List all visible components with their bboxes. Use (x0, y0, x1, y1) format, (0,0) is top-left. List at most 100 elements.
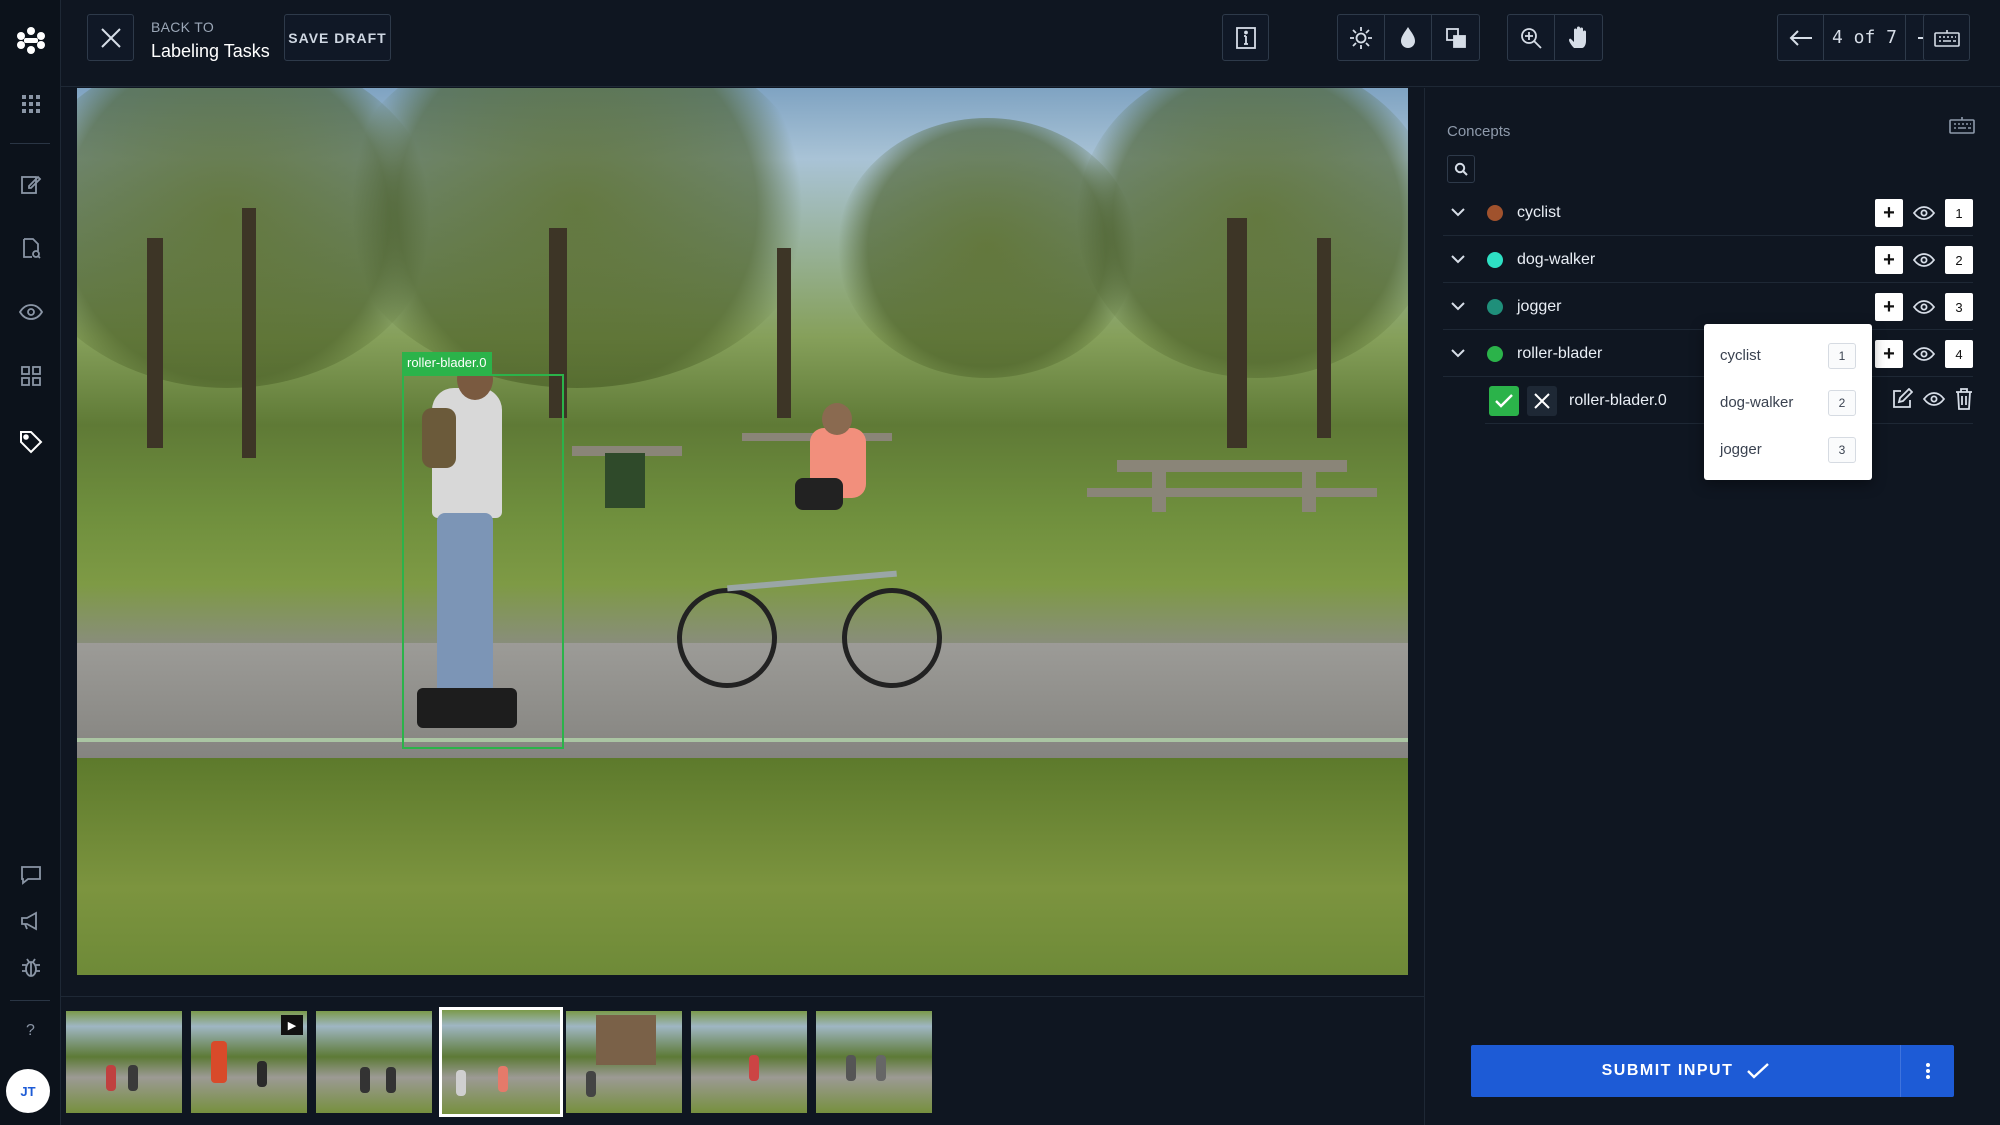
overlay-icon (1445, 27, 1466, 48)
dropdown-label: dog-walker (1720, 393, 1794, 411)
concept-name: cyclist (1517, 203, 1561, 221)
input-image[interactable]: roller-blader.0 (77, 88, 1408, 975)
brightness-icon (1350, 26, 1372, 49)
close-icon (1534, 393, 1550, 409)
info-icon (1235, 26, 1256, 49)
add-annotation-button[interactable]: + (1875, 246, 1903, 274)
back-to-title: Labeling Tasks (151, 41, 270, 61)
submit-main[interactable]: SUBMIT INPUT (1471, 1045, 1901, 1097)
thumbnail[interactable] (316, 1011, 432, 1113)
save-draft-button[interactable]: SAVE DRAFT (284, 14, 391, 61)
apps-icon[interactable] (0, 84, 61, 124)
left-rail: ? JT (0, 0, 61, 1125)
more-options-button[interactable] (1901, 1045, 1954, 1097)
submit-label: SUBMIT INPUT (1601, 1062, 1734, 1079)
trash-icon[interactable] (1955, 388, 1973, 415)
dropdown-key: 3 (1828, 437, 1856, 463)
eye-icon[interactable] (1911, 253, 1937, 267)
chevron-down-icon[interactable] (1443, 349, 1473, 358)
video-icon: ▶ (281, 1015, 303, 1035)
arrow-left-icon (1789, 29, 1812, 46)
grid-icon[interactable] (0, 356, 61, 396)
contrast-button[interactable] (1385, 15, 1432, 60)
top-bar: BACK TO Labeling Tasks SAVE DRAFT 4 of 7 (61, 0, 2000, 87)
dropdown-label: jogger (1720, 440, 1762, 458)
chevron-down-icon[interactable] (1443, 302, 1473, 311)
more-vertical-icon (1925, 1063, 1930, 1079)
hand-icon (1568, 26, 1586, 48)
dropdown-key: 1 (1828, 343, 1856, 369)
add-annotation-button[interactable]: + (1875, 340, 1903, 368)
dropdown-item-jogger[interactable]: jogger 3 (1704, 426, 1872, 472)
close-button[interactable] (87, 14, 134, 61)
concept-color-dot (1487, 251, 1503, 268)
concept-color-dot (1487, 345, 1503, 362)
thumbnail[interactable] (566, 1011, 682, 1113)
dropdown-label: cyclist (1720, 346, 1761, 364)
file-search-icon[interactable] (0, 228, 61, 268)
tag-icon[interactable] (0, 422, 61, 462)
help-button[interactable]: ? (0, 1011, 61, 1051)
edit-icon[interactable] (1891, 387, 1914, 415)
chevron-down-icon[interactable] (1443, 255, 1473, 264)
panel-title: Concepts (1447, 123, 1511, 140)
concept-name: dog-walker (1517, 250, 1596, 268)
concept-name: roller-blader (1517, 344, 1603, 362)
keyboard-shortcuts-button[interactable] (1923, 14, 1970, 61)
accept-annotation-button[interactable] (1489, 386, 1519, 416)
concept-row-dog-walker[interactable]: dog-walker + 2 (1443, 237, 1973, 283)
zoom-button[interactable] (1508, 15, 1555, 60)
eye-icon[interactable] (1911, 206, 1937, 220)
pan-button[interactable] (1555, 15, 1602, 60)
annotation-canvas[interactable]: roller-blader.0 (61, 88, 1424, 1094)
thumbnail[interactable] (816, 1011, 932, 1113)
bounding-box-label: roller-blader.0 (402, 352, 492, 374)
shortcut-badge: 2 (1945, 246, 1973, 274)
shortcut-badge: 1 (1945, 199, 1973, 227)
avatar[interactable]: JT (6, 1069, 50, 1113)
overlay-button[interactable] (1432, 15, 1479, 60)
megaphone-icon[interactable] (0, 901, 61, 941)
image-adjust-group (1337, 14, 1480, 61)
thumbnail-selected[interactable] (439, 1007, 563, 1117)
prev-button[interactable] (1778, 15, 1825, 60)
dropdown-item-cyclist[interactable]: cyclist 1 (1704, 332, 1872, 378)
chevron-down-icon[interactable] (1443, 208, 1473, 217)
annotation-name: roller-blader.0 (1569, 392, 1667, 409)
concept-dropdown: cyclist 1 dog-walker 2 jogger 3 (1704, 324, 1872, 480)
keyboard-icon[interactable] (1949, 116, 1975, 139)
concept-row-cyclist[interactable]: cyclist + 1 (1443, 190, 1973, 236)
edit-note-icon[interactable] (0, 164, 61, 204)
eye-icon[interactable] (0, 292, 61, 332)
eye-icon[interactable] (1911, 347, 1937, 361)
bug-icon[interactable] (0, 947, 61, 987)
eye-icon[interactable] (1911, 300, 1937, 314)
logo-icon[interactable] (0, 20, 61, 60)
dropdown-item-dog-walker[interactable]: dog-walker 2 (1704, 379, 1872, 425)
check-icon (1495, 394, 1513, 408)
bounding-box[interactable] (402, 374, 564, 749)
thumbnail-strip: ▶ (61, 996, 1424, 1125)
reject-annotation-button[interactable] (1527, 386, 1557, 416)
navigation-tools (1507, 14, 1603, 61)
eye-icon[interactable] (1922, 388, 1946, 415)
add-annotation-button[interactable]: + (1875, 199, 1903, 227)
add-annotation-button[interactable]: + (1875, 293, 1903, 321)
concept-color-dot (1487, 298, 1503, 315)
back-to-caption: BACK TO (151, 19, 215, 35)
pager-count: 4 of 7 (1824, 15, 1906, 60)
thumbnail[interactable] (66, 1011, 182, 1113)
contrast-icon (1401, 26, 1415, 48)
submit-input-button[interactable]: SUBMIT INPUT (1471, 1045, 1954, 1097)
concept-search-button[interactable] (1447, 155, 1475, 183)
info-button[interactable] (1222, 14, 1269, 61)
thumbnail[interactable] (691, 1011, 807, 1113)
keyboard-icon (1933, 29, 1960, 47)
comment-icon[interactable] (0, 855, 61, 895)
thumbnail[interactable]: ▶ (191, 1011, 307, 1113)
brightness-button[interactable] (1338, 15, 1385, 60)
back-to-link[interactable]: BACK TO Labeling Tasks (151, 19, 270, 62)
concept-name: jogger (1517, 297, 1562, 315)
shortcut-badge: 3 (1945, 293, 1973, 321)
concepts-panel: Concepts cyclist + 1 dog-walker + 2 jogg… (1424, 88, 2000, 1125)
